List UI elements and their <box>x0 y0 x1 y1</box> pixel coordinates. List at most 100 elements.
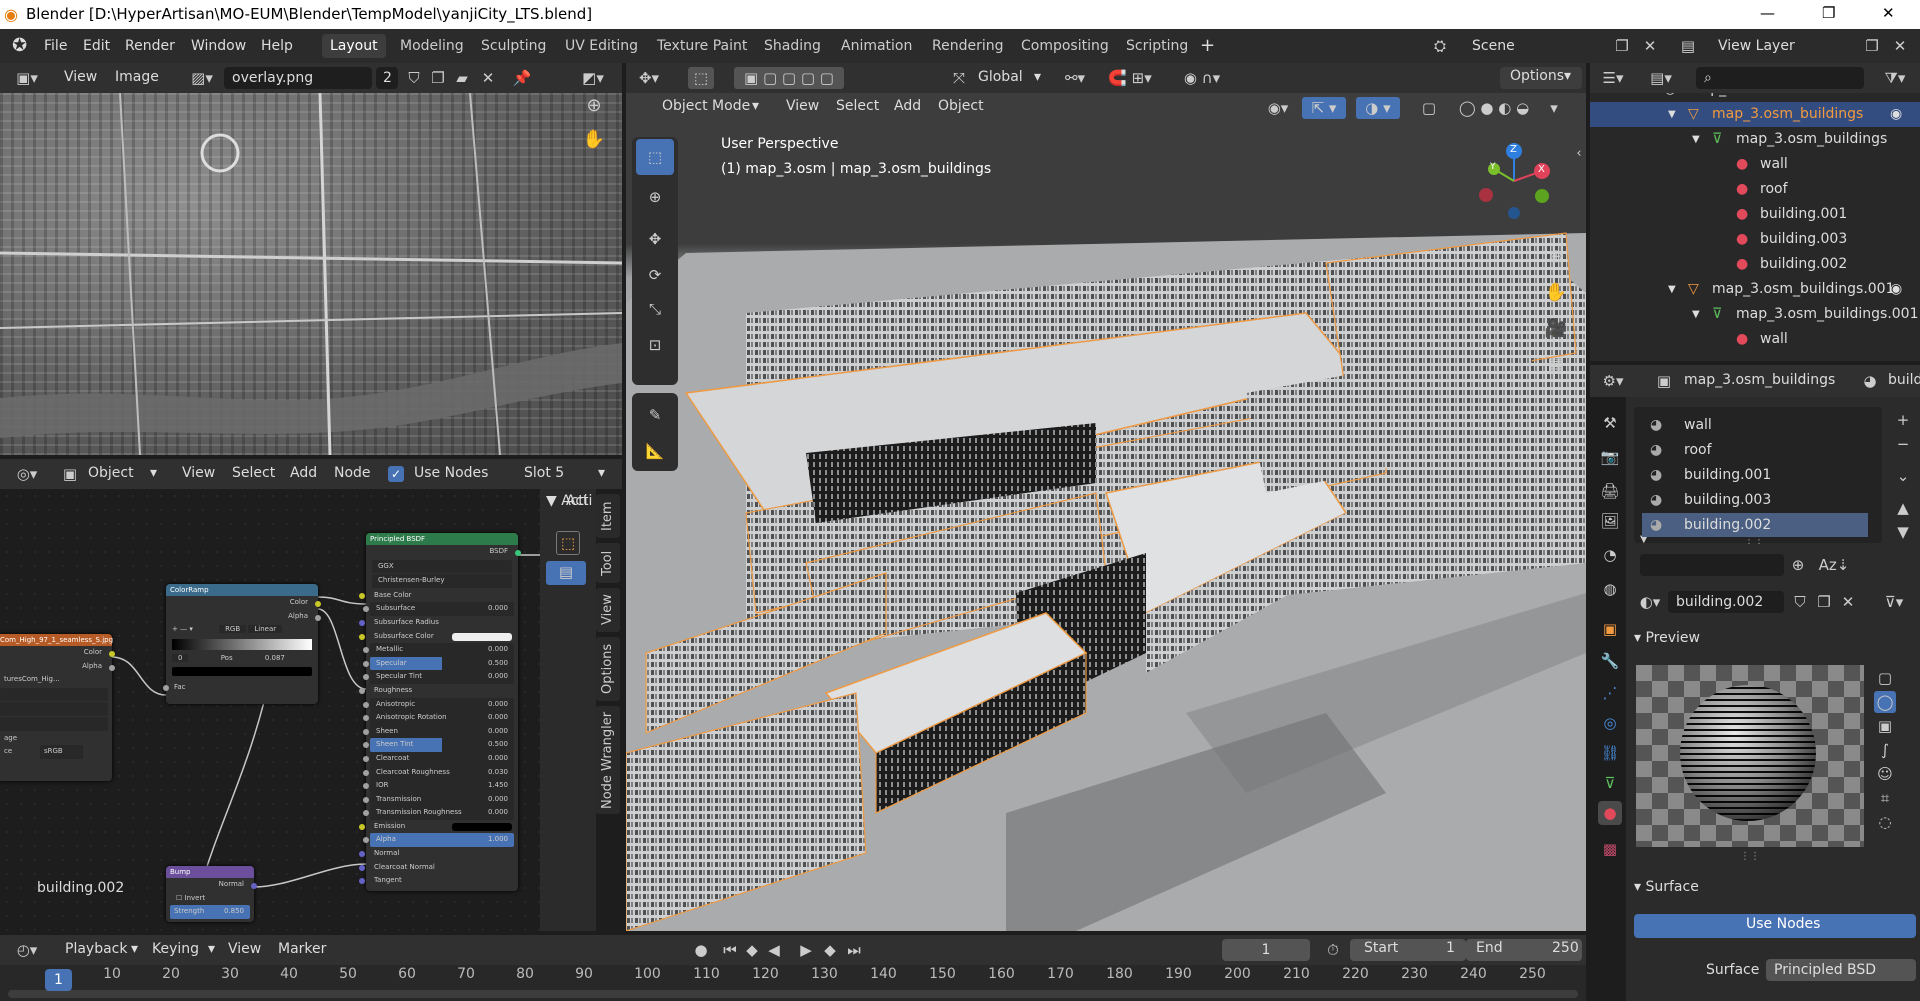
menu-help[interactable]: Help <box>261 29 293 63</box>
viewport-select-menu[interactable]: Select <box>836 98 879 114</box>
tab-shading[interactable]: Shading <box>756 34 829 58</box>
colorramp-alpha-socket[interactable] <box>315 615 321 621</box>
outliner-row[interactable]: ▼ ▽ map_3.osm_buildings.001 ◉ <box>1590 277 1920 302</box>
texture-tab-icon[interactable]: ▩ <box>1598 837 1622 861</box>
options-button[interactable]: Options ▾ <box>1500 67 1582 89</box>
bsdf-input-value[interactable]: 0.000 <box>488 602 508 616</box>
scene-name[interactable]: Scene <box>1472 29 1515 63</box>
outliner-row[interactable]: ▼ ⊽ map_3.osm_buildings.001 <box>1590 302 1920 327</box>
bsdf-input-socket[interactable] <box>359 823 365 830</box>
bsdf-input-socket[interactable] <box>359 864 365 871</box>
tab-compositing[interactable]: Compositing <box>1013 34 1117 58</box>
move-tool-icon[interactable]: ✥ <box>636 223 674 255</box>
ortho-toggle-icon[interactable]: ▦ <box>1542 351 1570 379</box>
preview-section-header[interactable]: ▾ Preview <box>1634 630 1700 646</box>
bsdf-input-row[interactable]: Subsurface Radius <box>359 616 518 630</box>
next-keyframe-icon[interactable]: ◆ <box>820 939 840 961</box>
expand-toggle-icon[interactable]: ▼ <box>1692 127 1700 152</box>
colorramp-gradient[interactable] <box>172 638 312 650</box>
bsdf-input-value[interactable]: 0.500 <box>488 657 508 671</box>
bsdf-input-value[interactable]: 0.000 <box>488 643 508 657</box>
node-view-menu[interactable]: View <box>182 465 215 481</box>
bsdf-input-row[interactable]: Roughness <box>359 684 518 698</box>
material-slot-item[interactable]: ◕ building.002 <box>1642 513 1868 537</box>
orientation-chevron-icon[interactable]: ▾ <box>1034 69 1041 85</box>
tab-texture-paint[interactable]: Texture Paint <box>649 34 755 58</box>
keying-chevron-icon[interactable]: ▾ <box>208 941 215 957</box>
bsdf-input-value[interactable]: 0.000 <box>488 752 508 766</box>
preview-sphere-icon[interactable]: ◯ <box>1874 691 1896 713</box>
view-layer-copy-icon[interactable]: ❐ <box>1862 35 1882 57</box>
image-browse-icon[interactable]: ▨▾ <box>185 67 219 89</box>
bsdf-input-socket[interactable] <box>363 701 369 708</box>
scene-icon[interactable]: ⛭ <box>1428 35 1452 57</box>
bump-normal-socket[interactable] <box>251 883 257 889</box>
new-image-icon[interactable]: ❐ <box>428 67 448 89</box>
bsdf-input-socket[interactable] <box>363 810 369 817</box>
expand-toggle-icon[interactable]: ▼ <box>1668 277 1676 302</box>
physics-tab-icon[interactable]: ◎ <box>1598 711 1622 735</box>
unlink-image-icon[interactable]: ✕ <box>478 67 498 89</box>
tab-sculpting[interactable]: Sculpting <box>473 34 554 58</box>
bsdf-input-row[interactable]: Sheen 0.000 <box>363 724 514 739</box>
bsdf-input-value[interactable]: 0.000 <box>488 711 508 725</box>
timeline-editor-type-icon[interactable]: ◴▾ <box>10 939 44 961</box>
bsdf-input-row[interactable]: Specular 0.500 <box>363 656 514 671</box>
image-texture-alpha-socket[interactable] <box>109 665 115 671</box>
shading-options-icon[interactable]: ▾ <box>1544 97 1564 119</box>
outliner-row[interactable]: ● wall <box>1590 327 1920 352</box>
jump-end-icon[interactable]: ⏭ <box>844 939 864 961</box>
outliner-row[interactable]: ◎ map_3.osm <box>1590 93 1920 102</box>
satellite-image[interactable]: ⊕ ✋ <box>0 93 622 455</box>
colorramp-mode[interactable]: RGB <box>219 625 247 634</box>
tab-rendering[interactable]: Rendering <box>924 34 1012 58</box>
slot-specials-icon[interactable]: ⌄ <box>1892 465 1914 487</box>
material-slot-item[interactable]: ◕ building.003 <box>1642 488 1868 512</box>
particles-tab-icon[interactable]: ⋰ <box>1598 681 1622 705</box>
menu-window[interactable]: Window <box>191 29 246 63</box>
bsdf-input-socket[interactable] <box>363 837 369 844</box>
bsdf-input-value[interactable]: 0.000 <box>488 698 508 712</box>
material-slot-item[interactable]: ◕ roof <box>1642 438 1868 462</box>
principled-bsdf-node-title[interactable]: Principled BSDF <box>366 533 518 545</box>
add-workspace-icon[interactable]: + <box>1200 29 1215 63</box>
bsdf-input-row[interactable]: Emission <box>359 820 518 834</box>
display-channels-icon[interactable]: ◩▾ <box>576 67 610 89</box>
bsdf-input-socket[interactable] <box>363 769 369 776</box>
image-texture-color-socket[interactable] <box>109 651 115 657</box>
bump-node-title[interactable]: Bump <box>166 866 254 878</box>
timeline-scrollbar[interactable] <box>8 990 1578 998</box>
outliner-search-input[interactable]: ⌕ <box>1696 67 1864 89</box>
material-link-mode-icon[interactable]: ⊽▾ <box>1878 591 1910 613</box>
start-frame-field[interactable]: Start 1 <box>1350 939 1466 961</box>
keying-menu[interactable]: Keying <box>152 941 199 957</box>
bump-strength-value[interactable]: 0.850 <box>224 905 244 919</box>
bsdf-distribution[interactable]: GGX <box>378 562 394 570</box>
outliner-row[interactable]: ● roof <box>1590 177 1920 202</box>
visibility-icon[interactable]: ◉▾ <box>1264 97 1292 119</box>
bsdf-input-socket[interactable] <box>363 728 369 735</box>
view-layer-close-icon[interactable]: ✕ <box>1890 35 1910 57</box>
image-texture-colorspace[interactable]: sRGB <box>40 745 83 759</box>
surface-shader-select[interactable]: Principled BSD <box>1766 959 1916 981</box>
bsdf-input-row[interactable]: Anisotropic 0.000 <box>363 697 514 712</box>
slot-chevron-icon[interactable]: ▾ <box>598 465 605 481</box>
timeline-view-menu[interactable]: View <box>228 941 261 957</box>
tab-item[interactable]: Item <box>596 494 620 538</box>
jump-start-icon[interactable]: ⏮ <box>720 939 740 961</box>
bsdf-input-row[interactable]: Clearcoat 0.000 <box>363 751 514 766</box>
surface-section-header[interactable]: ▾ Surface <box>1634 879 1699 895</box>
preview-flat-icon[interactable]: ▢ <box>1874 667 1896 689</box>
transform-orientation-icon[interactable]: ⤧ <box>948 67 970 89</box>
navigation-gizmo[interactable]: Z X Y <box>1474 141 1554 221</box>
measure-tool-icon[interactable]: 📐 <box>636 435 674 467</box>
outliner-row[interactable]: ▼ ⊽ map_3.osm_buildings <box>1590 127 1920 152</box>
bsdf-input-row[interactable]: Subsurface Color <box>359 630 518 644</box>
tool-tab-icon[interactable]: ⚒ <box>1598 411 1622 435</box>
scene-tab-icon[interactable]: ◔ <box>1598 543 1622 567</box>
bsdf-input-socket[interactable] <box>363 674 369 681</box>
outliner-row[interactable]: ● building.002 <box>1590 252 1920 277</box>
image-name-field[interactable]: overlay.png <box>224 67 372 89</box>
bsdf-input-value[interactable]: 0.000 <box>488 670 508 684</box>
bsdf-input-row[interactable]: Subsurface 0.000 <box>363 602 514 616</box>
